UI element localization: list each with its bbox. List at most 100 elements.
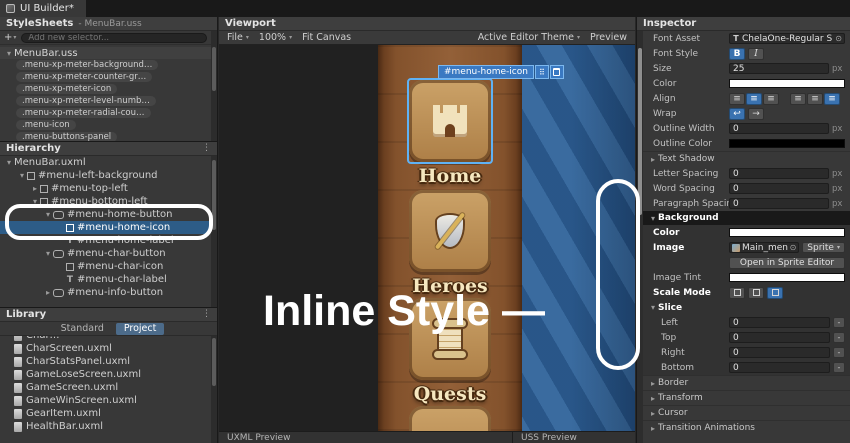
unit-dropdown[interactable]: - <box>833 347 845 358</box>
background-section-header[interactable]: ▾ Background <box>643 211 850 225</box>
delete-element-button[interactable] <box>550 65 564 79</box>
wrap-off-button[interactable]: → <box>748 108 764 120</box>
foldout-transition-animations[interactable]: ▸Transition Animations <box>643 420 850 435</box>
color-swatch[interactable] <box>729 79 845 88</box>
font-asset-object-field[interactable]: T ChelaOne-Regular SDF T (Fo ⊙ <box>729 33 845 44</box>
library-item[interactable]: GameScreen.uxml <box>0 381 210 394</box>
open-sprite-editor-button[interactable]: Open in Sprite Editor <box>729 257 845 269</box>
expander-open-icon[interactable]: ▾ <box>17 171 27 180</box>
fit-canvas-button[interactable]: Fit Canvas <box>302 32 351 43</box>
library-tab-project[interactable]: Project <box>116 323 165 335</box>
menu-button-home[interactable]: Home <box>402 80 498 187</box>
selected-element-name[interactable]: #menu-home-icon <box>438 65 534 79</box>
uss-selector-row[interactable]: .menu-xp-meter-radial-cou… <box>0 107 217 119</box>
preview-toggle[interactable]: Preview <box>590 32 627 43</box>
add-selector-input[interactable] <box>21 33 207 43</box>
zoom-dropdown[interactable]: 100% ▾ <box>259 32 292 43</box>
ui-builder-tab[interactable]: UI Builder* <box>0 0 86 17</box>
slice-bottom-field[interactable]: 0 <box>729 362 830 373</box>
word-spacing-unit[interactable]: px <box>832 184 845 194</box>
hierarchy-item[interactable]: T#menu-home-label <box>0 234 210 247</box>
letter-spacing-field[interactable]: 0 <box>729 168 829 179</box>
uss-selector-row[interactable]: .menu-xp-meter-counter-gr… <box>0 71 217 83</box>
object-picker-icon[interactable]: ⊙ <box>790 243 797 252</box>
hierarchy-item[interactable]: ▾#menu-char-button <box>0 247 210 260</box>
hierarchy-scrollbar[interactable] <box>211 156 217 307</box>
hierarchy-item[interactable]: ▾#menu-home-button <box>0 208 210 221</box>
expander-closed-icon[interactable]: ▸ <box>43 288 53 297</box>
uss-selector-row[interactable]: .menu-buttons-panel <box>0 131 217 142</box>
foldout-border[interactable]: ▸Border <box>643 375 850 390</box>
size-unit[interactable]: px <box>832 64 845 74</box>
align-center-button[interactable]: ≡ <box>746 93 762 105</box>
slice-left-field[interactable]: 0 <box>729 317 830 328</box>
uxml-preview-panel[interactable]: UXML Preview <box>219 431 513 443</box>
wrap-on-button[interactable]: ↩ <box>729 108 745 120</box>
background-image-object-field[interactable]: Main_menu_icor ⊙ <box>729 242 799 253</box>
paragraph-spacing-unit[interactable]: px <box>832 199 845 209</box>
hierarchy-item[interactable]: ▸#menu-info-button <box>0 286 210 299</box>
menu-button-partial[interactable] <box>402 406 498 431</box>
scrollbar-thumb[interactable] <box>638 48 642 215</box>
hierarchy-item[interactable]: ▾MenuBar.uxml <box>0 156 210 169</box>
paragraph-spacing-field[interactable]: 0 <box>729 198 829 209</box>
expander-closed-icon[interactable]: ▸ <box>30 184 40 193</box>
expander-open-icon[interactable]: ▾ <box>30 197 40 206</box>
uss-selector-row[interactable]: .menu-xp-meter-icon <box>0 83 217 95</box>
expander-open-icon[interactable]: ▾ <box>43 210 53 219</box>
library-item[interactable]: HealthBar.uxml <box>0 420 210 433</box>
kebab-icon[interactable]: ⋮ <box>202 310 211 319</box>
size-field[interactable]: 25 <box>729 63 829 74</box>
uss-selector-row[interactable]: .menu-xp-meter-level-numb… <box>0 95 217 107</box>
uss-preview-panel[interactable]: USS Preview <box>513 431 635 443</box>
library-tab-standard[interactable]: Standard <box>53 323 112 335</box>
scale-mode-fill-button[interactable] <box>767 287 783 299</box>
align-middle-button[interactable]: ≡ <box>807 93 823 105</box>
scale-mode-stretch-button[interactable] <box>729 287 745 299</box>
slice-right-field[interactable]: 0 <box>729 347 830 358</box>
foldout-transform[interactable]: ▸Transform <box>643 390 850 405</box>
uss-selector-row[interactable]: .menu-xp-meter-background… <box>0 59 217 71</box>
library-item[interactable]: CharStatsPanel.uxml <box>0 355 210 368</box>
hierarchy-item[interactable]: #menu-char-icon <box>0 260 210 273</box>
uss-selector-row[interactable]: .menu-icon <box>0 119 217 131</box>
library-item[interactable]: GearItem.uxml <box>0 407 210 420</box>
hierarchy-item[interactable]: #menu-home-icon <box>0 221 210 234</box>
library-scrollbar[interactable] <box>211 336 217 443</box>
menu-button-quests[interactable]: Quests <box>402 298 498 405</box>
expander-open-icon[interactable]: ▾ <box>43 249 53 258</box>
align-top-button[interactable]: ≡ <box>790 93 806 105</box>
slice-foldout[interactable]: ▾ Slice <box>643 300 850 315</box>
align-right-button[interactable]: ≡ <box>763 93 779 105</box>
text-shadow-foldout[interactable]: ▸ Text Shadow <box>643 151 850 166</box>
kebab-icon[interactable]: ⋮ <box>202 144 211 153</box>
hierarchy-item[interactable]: ▸#menu-top-left <box>0 182 210 195</box>
library-item[interactable]: GameLoseScreen.uxml <box>0 368 210 381</box>
foldout-cursor[interactable]: ▸Cursor <box>643 405 850 420</box>
unit-dropdown[interactable]: - <box>833 317 845 328</box>
add-selector-button[interactable]: + ▾ <box>4 32 16 43</box>
outline-color-swatch[interactable] <box>729 139 845 148</box>
background-color-swatch[interactable] <box>729 228 845 237</box>
bold-button[interactable]: B <box>729 48 745 60</box>
slice-top-field[interactable]: 0 <box>729 332 830 343</box>
unit-dropdown[interactable]: - <box>833 332 845 343</box>
file-menu[interactable]: File ▾ <box>227 32 249 43</box>
object-picker-icon[interactable]: ⊙ <box>835 34 842 43</box>
image-type-dropdown[interactable]: Sprite ▾ <box>802 242 845 253</box>
hierarchy-item[interactable]: ▾#menu-left-background <box>0 169 210 182</box>
outline-width-unit[interactable]: px <box>832 124 845 134</box>
drag-handle-icon[interactable]: ⠿ <box>535 65 549 79</box>
stylesheet-root-row[interactable]: ▾ MenuBar.uss <box>0 47 217 59</box>
align-left-button[interactable]: ≡ <box>729 93 745 105</box>
word-spacing-field[interactable]: 0 <box>729 183 829 194</box>
hierarchy-item[interactable]: T#menu-char-label <box>0 273 210 286</box>
outline-width-field[interactable]: 0 <box>729 123 829 134</box>
menu-button-heroes[interactable]: Heroes <box>402 190 498 297</box>
stylesheets-scrollbar[interactable] <box>211 31 217 141</box>
hierarchy-item[interactable]: ▾#menu-bottom-left <box>0 195 210 208</box>
letter-spacing-unit[interactable]: px <box>832 169 845 179</box>
library-item[interactable]: GameWinScreen.uxml <box>0 394 210 407</box>
editor-theme-dropdown[interactable]: Active Editor Theme ▾ <box>478 32 580 43</box>
italic-button[interactable]: I <box>748 48 764 60</box>
